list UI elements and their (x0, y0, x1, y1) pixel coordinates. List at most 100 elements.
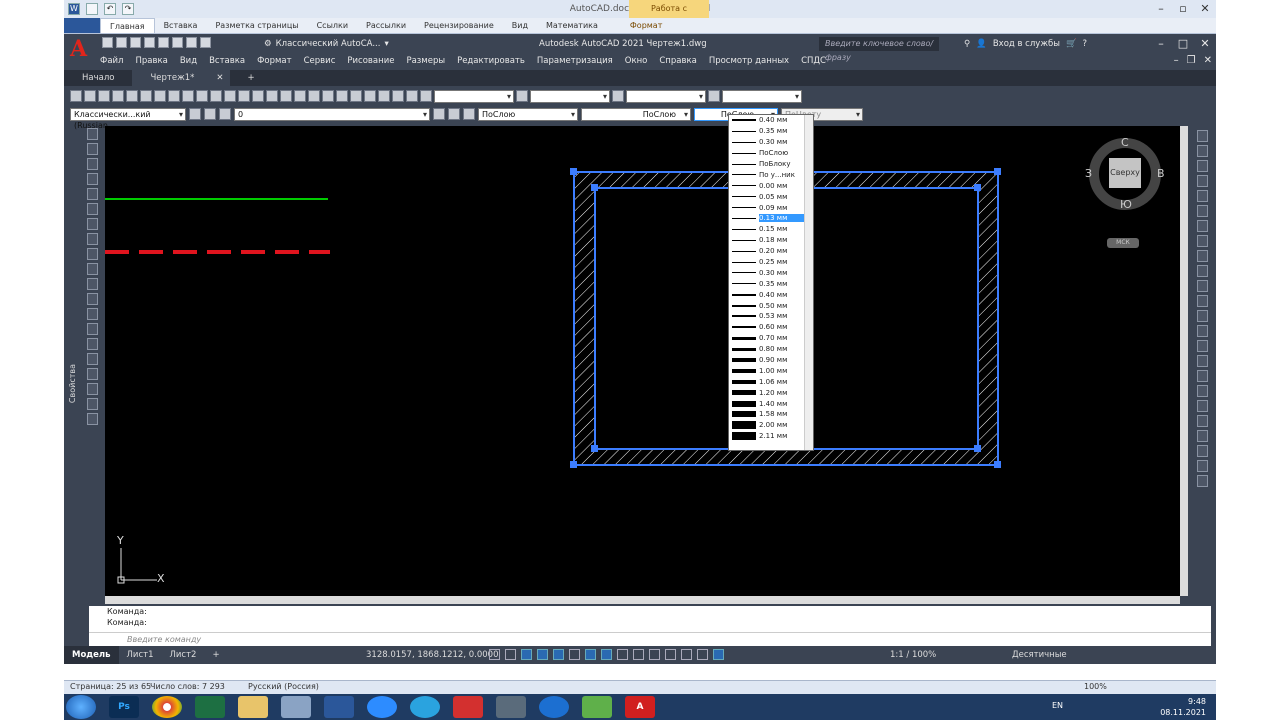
gear-icon[interactable] (189, 108, 201, 120)
taskbar-app-icon[interactable] (496, 696, 526, 718)
workspace-combo[interactable]: Классически...кий (Russian (70, 107, 186, 130)
table-icon[interactable] (86, 383, 98, 395)
menu-dimension[interactable]: Размеры (400, 54, 451, 68)
lineweight-option[interactable]: 2.00 мм (729, 420, 813, 431)
menu-window[interactable]: Окно (619, 54, 654, 68)
maximize-icon[interactable]: □ (1172, 35, 1194, 53)
xline-icon[interactable] (86, 143, 98, 155)
maximize-icon[interactable]: ▫ (1172, 0, 1194, 18)
taskbar-word-icon[interactable] (324, 696, 354, 718)
publish-icon[interactable] (140, 90, 152, 102)
mleader-style-combo[interactable] (722, 89, 802, 103)
table-style-combo[interactable] (626, 89, 706, 103)
group-icon[interactable] (1196, 415, 1208, 427)
selection-filter-icon[interactable] (681, 649, 692, 660)
restore-icon[interactable]: ❐ (1187, 54, 1196, 68)
tab-insert[interactable]: Вставка (155, 18, 207, 33)
copy-icon[interactable] (1196, 145, 1208, 157)
lineweight-option[interactable]: По у...ник (729, 169, 813, 180)
paste-icon[interactable] (196, 90, 208, 102)
annotation-visibility-icon[interactable] (713, 649, 724, 660)
chamfer-icon[interactable] (1196, 340, 1208, 352)
menu-draw[interactable]: Рисование (341, 54, 400, 68)
design-center-icon[interactable] (336, 90, 348, 102)
lineweight-option[interactable]: ПоСлою (729, 148, 813, 159)
help-search-input[interactable]: Введите ключевое слово/фразу (819, 37, 939, 62)
annotation-scale[interactable]: 1:1 / 100% (890, 646, 936, 664)
taskbar-autocad[interactable]: A (625, 696, 655, 718)
lineweight-option[interactable]: 0.40 мм (729, 289, 813, 300)
lineweight-option[interactable]: 0.40 мм (729, 115, 813, 126)
open-icon[interactable] (84, 90, 96, 102)
trim-icon[interactable] (1196, 265, 1208, 277)
gradient-icon[interactable] (86, 353, 98, 365)
fillet-icon[interactable] (1196, 355, 1208, 367)
zoom-realtime-icon[interactable] (280, 90, 292, 102)
hatch-icon[interactable] (86, 338, 98, 350)
redo-icon[interactable] (252, 90, 264, 102)
minimize-icon[interactable]: – (1150, 35, 1172, 53)
new-icon[interactable] (70, 90, 82, 102)
taskbar-zoom-icon[interactable] (367, 696, 397, 718)
break-icon[interactable] (1196, 310, 1208, 322)
revcloud-icon[interactable] (86, 233, 98, 245)
compass-east[interactable]: В (1157, 167, 1165, 180)
menu-parametric[interactable]: Параметризация (531, 54, 619, 68)
transparency-icon[interactable] (617, 649, 628, 660)
compass-south[interactable]: Ю (1120, 198, 1132, 211)
erase-icon[interactable] (1196, 130, 1208, 142)
lineweight-option[interactable]: 0.30 мм (729, 267, 813, 278)
text-style-icon[interactable] (420, 90, 432, 102)
snap-icon[interactable] (505, 649, 516, 660)
properties-palette-label[interactable]: Свойства (68, 364, 77, 403)
mleader-style-icon[interactable] (708, 90, 720, 102)
plot-icon[interactable] (172, 37, 183, 48)
tab-page-layout[interactable]: Разметка страницы (206, 18, 307, 33)
lineweight-option[interactable]: 0.35 мм (729, 278, 813, 289)
lineweight-toggle-icon[interactable] (601, 649, 612, 660)
lineweight-option[interactable]: 2.11 мм (729, 431, 813, 442)
menu-format[interactable]: Формат (251, 54, 298, 68)
pan-icon[interactable] (266, 90, 278, 102)
zoom-previous-icon[interactable] (308, 90, 320, 102)
isodraft-icon[interactable] (553, 649, 564, 660)
undo-icon[interactable] (238, 90, 250, 102)
circle-icon[interactable] (86, 218, 98, 230)
signin-button[interactable]: ⚲ 👤 Вход в службы 🛒 ? (964, 37, 1087, 51)
make-current-icon[interactable] (433, 108, 445, 120)
lineweight-option[interactable]: 1.40 мм (729, 398, 813, 409)
point-icon[interactable] (86, 323, 98, 335)
lineweight-option[interactable]: 0.80 мм (729, 344, 813, 355)
lineweight-option[interactable]: 0.13 мм (729, 213, 813, 224)
menu-spds[interactable]: СПДС (795, 54, 832, 68)
lineweight-option[interactable]: 0.09 мм (729, 202, 813, 213)
tab-math[interactable]: Математика (537, 18, 607, 33)
rotate-icon[interactable] (1196, 220, 1208, 232)
lineweight-option[interactable]: 0.30 мм (729, 137, 813, 148)
extend-icon[interactable] (1196, 280, 1208, 292)
tab-home[interactable]: Главная (100, 18, 155, 33)
vertical-scrollbar[interactable] (1180, 126, 1188, 596)
lineweight-option[interactable]: 1.00 мм (729, 365, 813, 376)
undo-icon[interactable]: ↶ (104, 3, 116, 15)
color-combo[interactable]: ПоСлою (478, 107, 578, 121)
cut-icon[interactable] (168, 90, 180, 102)
start-button[interactable] (66, 695, 96, 719)
dim-style-icon[interactable] (516, 90, 528, 102)
taskbar-explorer-icon[interactable] (238, 696, 268, 718)
redo-icon[interactable] (200, 37, 211, 48)
lineweight-option[interactable]: 0.53 мм (729, 311, 813, 322)
layer-match-icon[interactable] (463, 108, 475, 120)
undo-icon[interactable] (186, 37, 197, 48)
save-icon[interactable] (130, 37, 141, 48)
lineweight-option[interactable]: 0.60 мм (729, 322, 813, 333)
menu-help[interactable]: Справка (653, 54, 702, 68)
command-input[interactable]: Введите команду (89, 632, 1211, 646)
polygon-icon[interactable] (86, 173, 98, 185)
close-icon[interactable]: ✕ (1194, 0, 1216, 18)
offset-icon[interactable] (1196, 175, 1208, 187)
add-selected-icon[interactable] (86, 413, 98, 425)
menu-insert[interactable]: Вставка (203, 54, 251, 68)
taskbar-telegram-icon[interactable] (410, 696, 440, 718)
table-style-icon[interactable] (612, 90, 624, 102)
